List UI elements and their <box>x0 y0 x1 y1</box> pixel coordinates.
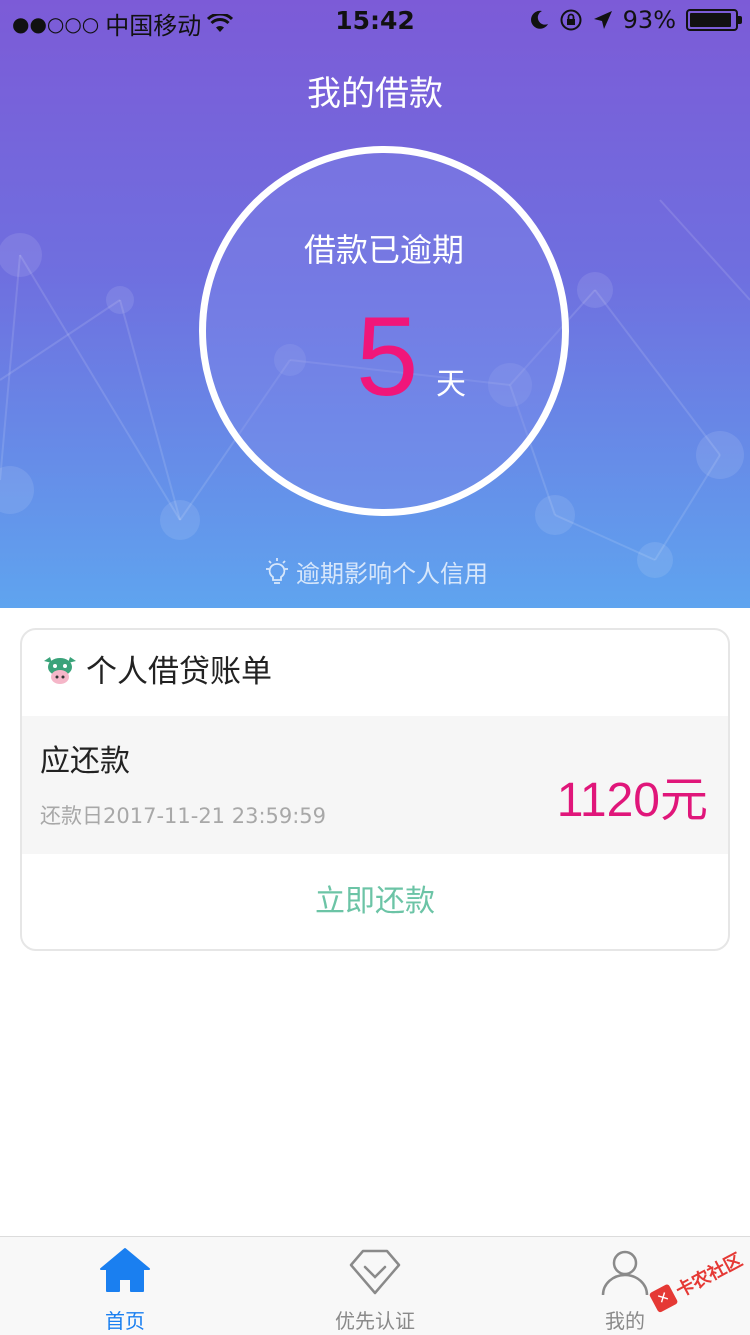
battery-level <box>690 13 731 27</box>
battery-icon <box>686 9 742 31</box>
card-title: 个人借贷账单 <box>86 654 272 690</box>
page-title: 我的借款 <box>307 74 443 114</box>
profile-icon <box>601 1250 649 1296</box>
tab-mine-label: 我的 <box>605 1309 645 1333</box>
home-icon <box>100 1248 150 1292</box>
credit-tip: 逾期影响个人信用 <box>0 554 750 589</box>
location-arrow-icon <box>593 11 612 29</box>
lightbulb-icon <box>266 557 288 584</box>
watermark-text: 卡农社区 <box>672 1249 747 1302</box>
repay-now-button[interactable]: 立即还款 <box>22 862 728 942</box>
overdue-days-unit: 天 <box>436 367 466 402</box>
overdue-days: 5 <box>356 294 419 419</box>
repayment-due-row: 应还款 还款日2017-11-21 23:59:59 1120元 <box>22 716 728 854</box>
due-label: 应还款 <box>40 744 130 779</box>
rotation-lock-icon <box>560 9 582 31</box>
overdue-label: 借款已逾期 <box>303 231 464 269</box>
due-amount: 1120元 <box>556 774 708 827</box>
overdue-ring: 借款已逾期 5 天 <box>199 146 569 516</box>
tab-bar: 首页 优先认证 我的 <box>0 1236 750 1335</box>
tab-home[interactable]: 首页 <box>0 1237 250 1335</box>
tab-home-label: 首页 <box>105 1309 145 1333</box>
credit-tip-text: 逾期影响个人信用 <box>296 560 488 588</box>
tab-priority-certify[interactable]: 优先认证 <box>250 1237 500 1335</box>
loan-bill-card: 个人借贷账单 应还款 还款日2017-11-21 23:59:59 1120元 … <box>20 628 730 951</box>
tab-priority-certify-label: 优先认证 <box>335 1309 415 1333</box>
status-bar: ●●○○○ 中国移动 15:42 93% <box>0 0 750 40</box>
battery-percent: 93% <box>622 6 676 34</box>
moon-icon <box>530 10 548 29</box>
card-header: 个人借贷账单 <box>42 646 272 691</box>
overdue-header: ●●○○○ 中国移动 15:42 93% 我的借款 借款已逾期 5 天 逾期影响… <box>0 0 750 608</box>
certify-icon <box>349 1249 401 1295</box>
cow-logo-icon <box>44 656 76 684</box>
due-date: 还款日2017-11-21 23:59:59 <box>40 804 327 828</box>
